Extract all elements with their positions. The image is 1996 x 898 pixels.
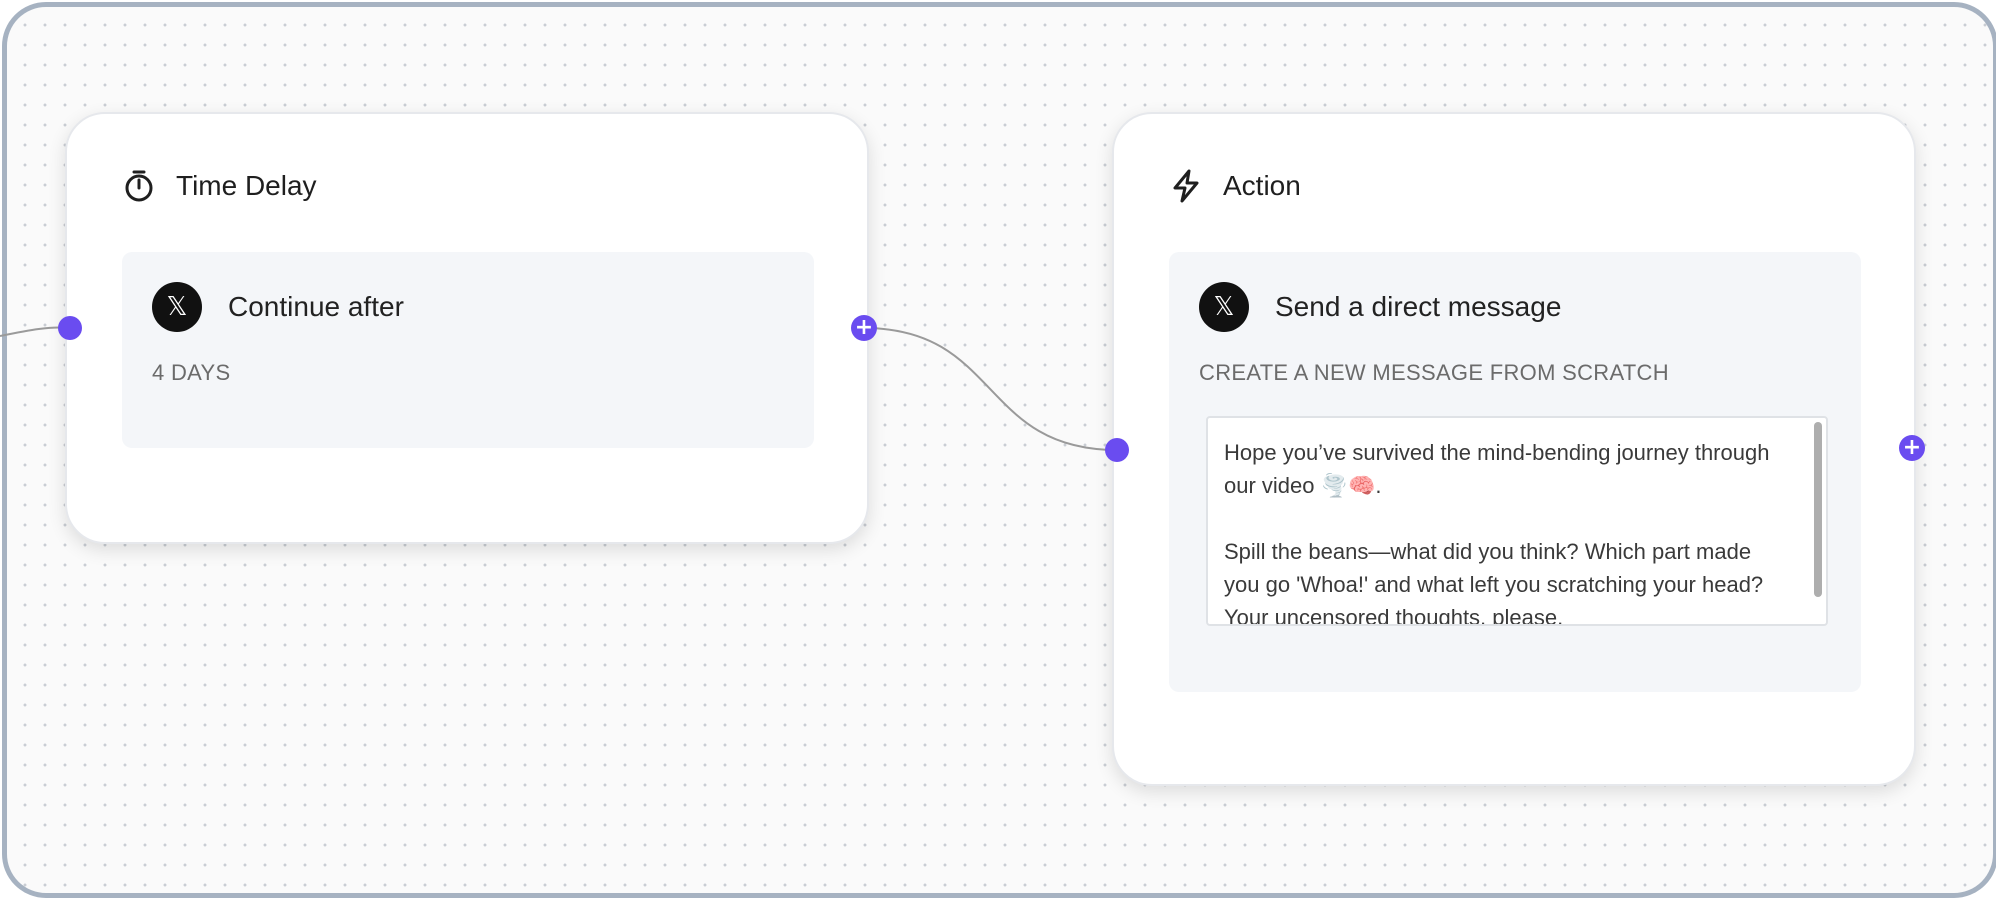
lightning-icon	[1169, 169, 1203, 203]
message-scrollbar[interactable]	[1814, 422, 1822, 597]
action-node[interactable]: Action 𝕏 Send a direct message CREATE A …	[1112, 112, 1916, 786]
action-input-handle[interactable]	[1105, 438, 1129, 462]
x-logo-icon: 𝕏	[1199, 282, 1249, 332]
delay-step-card[interactable]: 𝕏 Continue after 4 DAYS	[122, 252, 814, 448]
time-delay-node[interactable]: Time Delay 𝕏 Continue after 4 DAYS	[65, 112, 869, 544]
stopwatch-icon	[122, 169, 156, 203]
message-mode: CREATE A NEW MESSAGE FROM SCRATCH	[1199, 360, 1669, 385]
action-header: Action	[1169, 169, 1301, 203]
delay-input-handle[interactable]	[58, 316, 82, 340]
delay-value: 4 DAYS	[152, 360, 231, 385]
step-label: Send a direct message	[1275, 291, 1562, 322]
step-label: Continue after	[228, 291, 404, 322]
action-step-card[interactable]: 𝕏 Send a direct message CREATE A NEW MES…	[1169, 252, 1861, 692]
x-logo-icon: 𝕏	[152, 282, 202, 332]
time-delay-header: Time Delay	[122, 169, 317, 203]
action-output-handle[interactable]: +	[1899, 435, 1925, 461]
node-title: Action	[1223, 170, 1301, 201]
message-paragraph: Spill the beans—what did you think? Whic…	[1224, 539, 1764, 626]
node-title: Time Delay	[176, 170, 317, 201]
delay-output-handle[interactable]: +	[851, 315, 877, 341]
message-textarea[interactable]: Hope you’ve survived the mind-bending jo…	[1206, 416, 1828, 626]
message-paragraph: Hope you’ve survived the mind-bending jo…	[1224, 440, 1770, 498]
